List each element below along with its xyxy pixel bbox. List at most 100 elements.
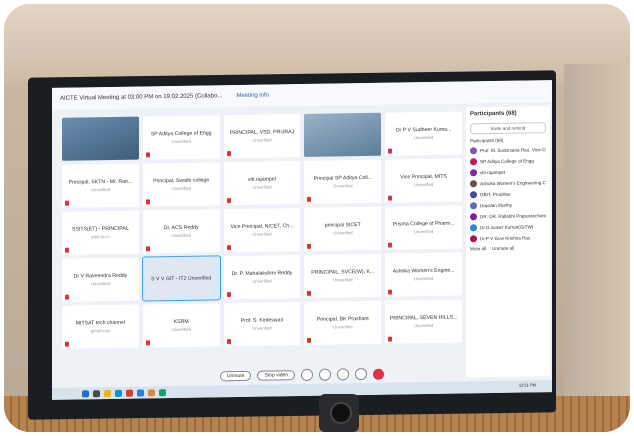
- mic-muted-icon: [145, 340, 150, 346]
- invite-button[interactable]: Invite and remind: [470, 122, 546, 135]
- participant-tile[interactable]: Principal, SKTN - Mr. Rao... Unverified: [62, 163, 139, 208]
- share-icon[interactable]: [301, 368, 314, 382]
- participant-status: Unverified: [252, 137, 272, 143]
- webex-icon[interactable]: [159, 388, 166, 396]
- panel-footer: Mute all Unmute all: [466, 243, 550, 253]
- meeting-title: AICTE Virtual Meeting at 03:00 PM on 19.…: [60, 93, 223, 102]
- record-icon[interactable]: [319, 368, 332, 381]
- participant-tile[interactable]: PRINCIPAL, VSD, PRIJRAJ Unverified: [223, 114, 301, 159]
- participant-tile[interactable]: Principal, BK Prashant Unverified: [304, 300, 382, 345]
- participant-tile[interactable]: principal SICET Unverified: [304, 206, 382, 251]
- mic-muted-icon: [388, 289, 393, 295]
- section-label: Participants (68): [470, 137, 504, 144]
- photo-frame: AICTE Virtual Meeting at 03:00 PM on 19.…: [4, 4, 630, 432]
- participant-status: Unverified: [413, 275, 434, 282]
- participant-tile[interactable]: Vice Principal, NICET, Ch... Unverified: [223, 208, 301, 253]
- participant-status: Unverified: [90, 187, 111, 193]
- participant-name: Principal, SKTN - Mr. Rao...: [68, 178, 133, 186]
- participant-name: S V V GIT - IT2 Unverified: [151, 274, 212, 282]
- start-icon[interactable]: [82, 389, 89, 397]
- participant-tile[interactable]: Principal, Swathi college Unverified: [142, 162, 220, 207]
- mute-all-button[interactable]: Mute all: [470, 246, 486, 251]
- participant-tile[interactable]: Prof. S. Kiriteswari Unverified: [223, 302, 301, 347]
- participant-status: Unverified: [413, 181, 434, 188]
- edge-icon[interactable]: [115, 389, 122, 397]
- participant-tile[interactable]: SSITS(ET) - PRINCIPAL pdrs.ac.in: [62, 210, 139, 255]
- participant-status: gmail.com: [90, 328, 111, 334]
- files-icon[interactable]: [104, 389, 111, 397]
- mic-muted-icon: [65, 200, 69, 206]
- stop-video-button[interactable]: Stop video: [257, 370, 296, 381]
- participant-name: PRINCIPAL, SEVEN HILLS...: [389, 314, 458, 322]
- participant-tile[interactable]: Prisma College of Pharm... Unverified: [385, 205, 462, 250]
- participant-name: KSRM: [173, 318, 189, 326]
- mic-muted-icon: [65, 294, 69, 300]
- participant-name: SP Aditya College of Engg: [150, 130, 212, 138]
- participant-list-name: Dayalan Murthy: [480, 202, 513, 209]
- participant-status: Unverified: [413, 228, 434, 235]
- participant-name: Ashoka Women's Engine...: [392, 267, 455, 275]
- participant-name: PRINCIPAL, SVCE(W), K...: [311, 268, 375, 276]
- participant-name: Principal, BK Prashant: [316, 315, 369, 323]
- participant-tile[interactable]: MITSAT tech channel gmail.com: [62, 304, 139, 349]
- mic-muted-icon: [307, 196, 312, 202]
- participant-tile[interactable]: PRINCIPAL, SEVEN HILLS... Unverified: [385, 299, 462, 344]
- participant-status: Unverified: [333, 324, 353, 330]
- participant-name: Dr. ACS Reddy: [163, 224, 199, 232]
- chrome-icon[interactable]: [126, 389, 133, 397]
- unmute-button[interactable]: Unmute: [219, 370, 252, 382]
- participant-name: Prof. S. Kiriteswari: [240, 317, 284, 324]
- tv-screen: AICTE Virtual Meeting at 03:00 PM on 19.…: [52, 80, 552, 400]
- participant-tile-video[interactable]: [304, 112, 382, 157]
- participants-panel: Participants (68) Invite and remind Part…: [466, 106, 550, 378]
- leave-call-icon[interactable]: [373, 368, 385, 380]
- avatar: [470, 202, 477, 210]
- participant-tile[interactable]: Principal SP Aditya Coll... Unverified: [304, 159, 382, 204]
- mic-muted-icon: [388, 148, 393, 154]
- participant-list-name: Dr.P V Guvi Krishna Rao: [480, 235, 531, 242]
- participant-status: Unverified: [171, 185, 191, 192]
- avatar: [470, 158, 477, 166]
- participant-tile[interactable]: SP Aditya College of Engg Unverified: [142, 115, 220, 160]
- participant-status: Unverified: [171, 326, 191, 333]
- participants-title: Participants (68): [470, 110, 517, 118]
- participant-tile[interactable]: Vice Principal, MITS Unverified: [385, 158, 462, 203]
- webcam: [319, 394, 359, 432]
- video-grid: SP Aditya College of Engg Unverified PRIN…: [62, 111, 462, 395]
- meeting-info-link[interactable]: Meeting info: [236, 93, 269, 100]
- participant-status: Unverified: [252, 278, 272, 284]
- participant-tile[interactable]: vitr.rajampet Unverified: [223, 161, 301, 206]
- participant-status: Unverified: [333, 230, 353, 236]
- participant-tile[interactable]: PRINCIPAL, SVCE(W), K... Unverified: [304, 253, 382, 298]
- more-icon[interactable]: [355, 367, 368, 381]
- search-icon[interactable]: [93, 389, 100, 397]
- participant-name: Dr V Raveendra Reddy: [73, 272, 128, 280]
- participant-tile[interactable]: Dr. P. Mahalakshmi Reddy Unverified: [223, 255, 301, 300]
- mic-muted-icon: [307, 290, 312, 296]
- participant-status: pdrs.ac.in: [91, 234, 110, 240]
- avatar: [470, 191, 477, 199]
- mic-muted-icon: [388, 195, 393, 201]
- store-icon[interactable]: [137, 388, 144, 397]
- participant-name: Vice Principal, MITS: [400, 173, 447, 181]
- participant-tile[interactable]: Ashoka Women's Engine... Unverified: [385, 252, 462, 297]
- participant-list-name: Prof. M. Sudarsana Rao, Vice-Ch...: [480, 147, 546, 154]
- participant-name: Prisma College of Pharm...: [392, 220, 455, 228]
- participant-tile[interactable]: Dr. ACS Reddy Unverified: [142, 209, 220, 254]
- participant-name: Principal, Swathi college: [153, 177, 210, 185]
- participant-tile[interactable]: Dr V Raveendra Reddy Unverified: [62, 257, 139, 302]
- unmute-all-button[interactable]: Unmute all: [492, 246, 514, 251]
- participant-tile[interactable]: KSRM Unverified: [142, 303, 220, 348]
- participant-tile[interactable]: Dr P V Sudheer Kuma... Unverified: [385, 111, 462, 156]
- participant-name: principal SICET: [324, 222, 361, 229]
- participant-tile-video[interactable]: [62, 116, 139, 161]
- mic-muted-icon: [307, 337, 312, 343]
- avatar: [470, 147, 477, 155]
- reactions-icon[interactable]: [337, 368, 350, 381]
- participant-status: Unverified: [333, 277, 353, 283]
- taskbar-clock: 12:51 PM: [518, 382, 536, 388]
- avatar: [470, 213, 477, 221]
- mic-muted-icon: [145, 246, 150, 252]
- mail-icon[interactable]: [148, 388, 155, 396]
- participant-tile-active[interactable]: S V V GIT - IT2 Unverified: [141, 255, 221, 302]
